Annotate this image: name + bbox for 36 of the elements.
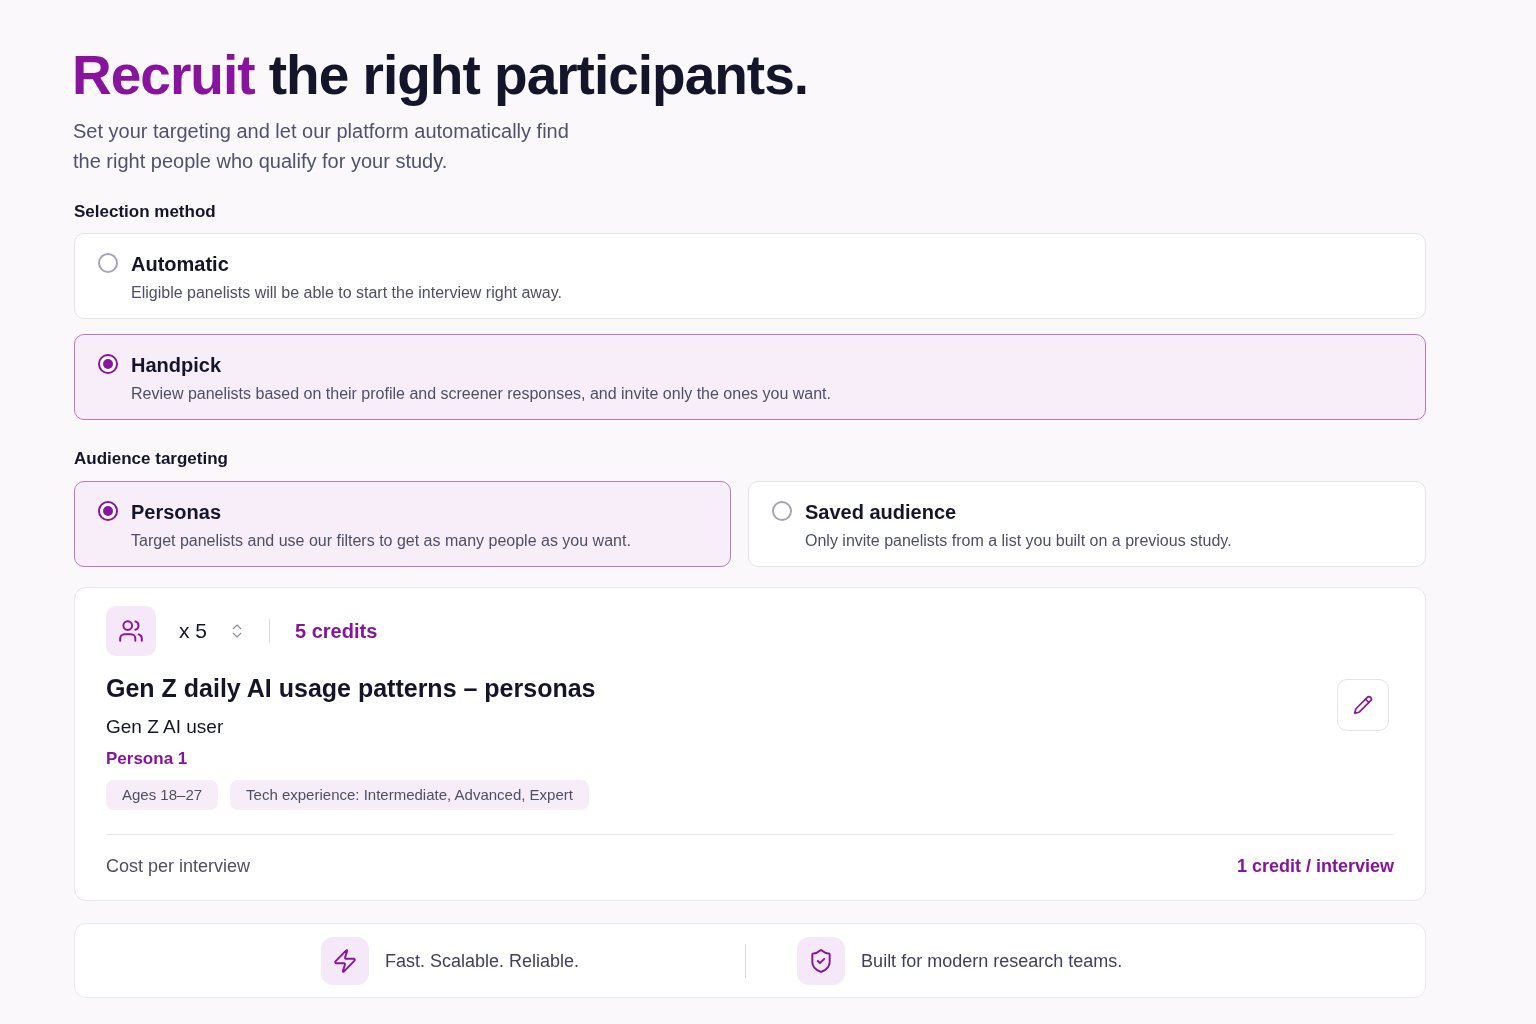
radio-button[interactable] — [772, 501, 792, 521]
radio-button[interactable] — [98, 253, 118, 273]
footer-tagline: Built for modern research teams. — [861, 949, 1123, 973]
option-card[interactable]: Automatic Eligible panelists will be able to start the interview right away. — [74, 233, 1426, 319]
persona-study-title: Gen Z daily AI usage patterns – personas — [106, 673, 596, 704]
page-subtitle: Set your targeting and let our platform automatically find the right people who qualify for your study. — [72, 119, 570, 174]
option-title: Handpick — [131, 353, 223, 377]
radio-button[interactable] — [98, 354, 118, 374]
persona-tag: Tech experience: Intermediate, Advanced, Expert — [230, 780, 589, 810]
participant-count: x 5 — [179, 618, 207, 644]
persona-tag: Ages 18–27 — [106, 780, 219, 810]
lightning-icon — [321, 936, 369, 985]
section-label: Selection method — [73, 201, 216, 223]
footer-tagline: Fast. Scalable. Reliable. — [385, 949, 580, 973]
option-description: Review panelists based on their profile and screener responses, and invite only the ones you want. — [131, 384, 831, 404]
option-card[interactable]: Handpick Review panelists based on their profile and screener responses, and invite only the ones you want. — [74, 334, 1426, 420]
people-icon — [106, 606, 156, 656]
option-description: Eligible panelists will be able to start the interview right away. — [131, 283, 563, 303]
option-title: Personas — [131, 500, 223, 524]
cost-value: 1 credit / interview — [1236, 855, 1394, 878]
radio-button[interactable] — [98, 501, 118, 521]
option-title: Saved audience — [805, 500, 958, 524]
option-title: Automatic — [131, 252, 230, 276]
option-description: Target panelists and use our filters to get as many people as you want. — [131, 531, 631, 551]
option-description: Only invite panelists from a list you built on a previous study. — [805, 531, 1232, 551]
option-card[interactable]: Personas Target panelists and use our filters to get as many people as you want. — [74, 481, 731, 567]
option-card[interactable]: Saved audience Only invite panelists from a list you built on a previous study. — [748, 481, 1426, 567]
page-heading: Recruit the right participants. — [72, 43, 809, 108]
shield-check-icon — [797, 936, 846, 985]
edit-button[interactable] — [1337, 679, 1389, 731]
section-label: Audience targeting — [73, 448, 228, 470]
pencil-icon — [1353, 695, 1373, 715]
credits-total: 5 credits — [295, 619, 378, 644]
persona-name: Gen Z AI user — [106, 715, 224, 739]
cost-label: Cost per interview — [106, 855, 251, 878]
persona-label: Persona 1 — [106, 748, 188, 770]
